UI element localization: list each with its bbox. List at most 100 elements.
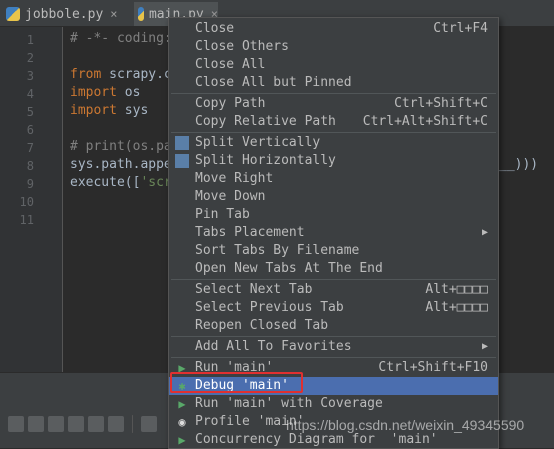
highlight-box xyxy=(170,372,303,393)
split-vertical-icon xyxy=(175,136,189,150)
python-file-icon xyxy=(6,7,20,21)
keyword: from xyxy=(70,67,102,82)
menu-item-reopen-closed-tab[interactable]: Reopen Closed Tab xyxy=(169,317,498,335)
line-number: 7 xyxy=(26,141,34,155)
code-line-8[interactable]: sys.path.appe xyxy=(70,157,172,172)
stop-icon[interactable] xyxy=(28,416,44,432)
menu-item-move-down[interactable]: Move Down xyxy=(169,188,498,206)
line-number-gutter: 1 2 3 4 5 6 7 8 9 10 11 xyxy=(0,27,62,372)
code-text: sys xyxy=(116,103,149,118)
menu-item-pin-tab[interactable]: Pin Tab xyxy=(169,206,498,224)
menu-item-label: Select Next Tab xyxy=(195,282,313,297)
code-line-5[interactable]: import sys xyxy=(70,103,148,118)
line-number: 5 xyxy=(26,105,34,119)
step-out-icon[interactable] xyxy=(108,416,124,432)
tab-label: jobbole.py xyxy=(25,6,104,22)
code-text: execute([ xyxy=(70,175,141,190)
run-toolbar xyxy=(0,410,178,438)
menu-item-close[interactable]: Close Ctrl+F4 xyxy=(169,20,498,38)
resume-icon[interactable] xyxy=(88,416,104,432)
line-number: 3 xyxy=(26,69,34,83)
keyword: import xyxy=(70,103,117,118)
menu-item-label: Run 'main' with Coverage xyxy=(195,396,383,411)
menu-item-split-horizontally[interactable]: Split Horizontally xyxy=(169,152,498,170)
menu-item-label: Split Horizontally xyxy=(195,153,336,168)
menu-item-label: Sort Tabs By Filename xyxy=(195,243,360,258)
menu-item-add-all-to-favorites[interactable]: Add All To Favorites ▶ xyxy=(169,338,498,356)
menu-item-close-all-but-pinned[interactable]: Close All but Pinned xyxy=(169,74,498,92)
menu-item-select-previous-tab[interactable]: Select Previous Tab Alt+□□□□ xyxy=(169,299,498,317)
menu-item-label: Copy Relative Path xyxy=(195,114,336,129)
settings-icon[interactable] xyxy=(141,416,157,432)
code-line-7[interactable]: # print(os.pa xyxy=(70,139,172,154)
concurrency-icon: ▶ xyxy=(178,433,186,447)
menu-item-label: Pin Tab xyxy=(195,207,250,222)
menu-item-label: Add All To Favorites xyxy=(195,339,352,354)
menu-item-shortcut: Alt+□□□□ xyxy=(425,300,488,315)
menu-item-select-next-tab[interactable]: Select Next Tab Alt+□□□□ xyxy=(169,281,498,299)
keyword: import xyxy=(70,85,117,100)
menu-separator xyxy=(171,279,496,280)
code-text: os xyxy=(116,85,141,100)
menu-item-copy-relative-path[interactable]: Copy Relative Path Ctrl+Alt+Shift+C xyxy=(169,113,498,131)
menu-item-label: Close Others xyxy=(195,39,289,54)
line-number: 6 xyxy=(26,123,34,137)
toolbar-divider xyxy=(132,415,133,433)
menu-item-label: Close All but Pinned xyxy=(195,75,352,90)
menu-item-label: Split Vertically xyxy=(195,135,321,150)
menu-item-shortcut: Ctrl+Alt+Shift+C xyxy=(362,114,488,129)
submenu-arrow-icon: ▶ xyxy=(481,341,488,352)
menu-item-shortcut: Ctrl+F4 xyxy=(433,21,488,36)
submenu-arrow-icon: ▶ xyxy=(481,227,488,238)
pause-icon[interactable] xyxy=(68,416,84,432)
menu-item-shortcut: Ctrl+Shift+C xyxy=(394,96,488,111)
menu-item-label: Copy Path xyxy=(195,96,266,111)
menu-item-close-others[interactable]: Close Others xyxy=(169,38,498,56)
menu-item-shortcut: Alt+□□□□ xyxy=(425,282,488,297)
menu-item-label: Close xyxy=(195,21,235,36)
line-number: 10 xyxy=(19,195,34,209)
close-tab-icon[interactable]: × xyxy=(110,7,117,21)
code-line-3[interactable]: from scrapy.c xyxy=(70,67,172,82)
menu-item-label: Select Previous Tab xyxy=(195,300,344,315)
watermark: https://blog.csdn.net/weixin_49345590 xyxy=(286,417,525,433)
menu-item-move-right[interactable]: Move Right xyxy=(169,170,498,188)
menu-item-open-new-tabs-at-end[interactable]: Open New Tabs At The End xyxy=(169,260,498,278)
menu-item-label: Reopen Closed Tab xyxy=(195,318,329,333)
menu-separator xyxy=(171,336,496,337)
menu-item-tabs-placement[interactable]: Tabs Placement ▶ xyxy=(169,224,498,242)
menu-separator xyxy=(171,357,496,358)
menu-item-close-all[interactable]: Close All xyxy=(169,56,498,74)
menu-item-run-with-coverage[interactable]: ▶ Run 'main' with Coverage xyxy=(169,395,498,413)
menu-item-label: Concurrency Diagram for 'main' xyxy=(195,432,438,447)
line-number: 4 xyxy=(26,87,34,101)
menu-item-label: Tabs Placement xyxy=(195,225,305,240)
menu-item-label: Close All xyxy=(195,57,266,72)
rerun-icon[interactable] xyxy=(8,416,24,432)
menu-item-label: Move Down xyxy=(195,189,266,204)
menu-item-label: Open New Tabs At The End xyxy=(195,261,383,276)
code-line-8-tail: __))) xyxy=(499,157,539,172)
menu-item-sort-tabs[interactable]: Sort Tabs By Filename xyxy=(169,242,498,260)
menu-separator xyxy=(171,93,496,94)
code-line-9[interactable]: execute(['scr xyxy=(70,175,172,190)
menu-item-concurrency-diagram[interactable]: ▶ Concurrency Diagram for 'main' xyxy=(169,431,498,449)
python-file-icon xyxy=(138,7,144,21)
menu-item-label: Move Right xyxy=(195,171,274,186)
menu-separator xyxy=(171,132,496,133)
code-line-4[interactable]: import os xyxy=(70,85,140,100)
line-number: 1 xyxy=(26,33,34,47)
tab-jobbole[interactable]: jobbole.py × xyxy=(0,2,134,26)
code-line-1[interactable]: # -*- coding: xyxy=(70,31,172,46)
step-icon[interactable] xyxy=(48,416,64,432)
line-number: 11 xyxy=(19,213,34,227)
line-number: 2 xyxy=(26,51,34,65)
code-text: scrapy.c xyxy=(101,67,172,82)
gutter-divider xyxy=(62,27,63,372)
profile-icon: ◉ xyxy=(178,415,186,429)
split-horizontal-icon xyxy=(175,154,189,168)
menu-item-copy-path[interactable]: Copy Path Ctrl+Shift+C xyxy=(169,95,498,113)
menu-item-split-vertically[interactable]: Split Vertically xyxy=(169,134,498,152)
line-number: 9 xyxy=(26,177,34,191)
line-number: 8 xyxy=(26,159,34,173)
